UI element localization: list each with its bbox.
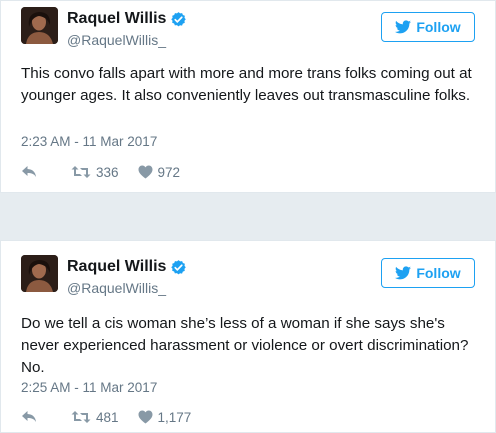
reply-button[interactable] bbox=[21, 165, 39, 179]
author-name[interactable]: Raquel Willis bbox=[67, 258, 166, 276]
retweet-count: 336 bbox=[96, 164, 119, 180]
author-name[interactable]: Raquel Willis bbox=[67, 10, 166, 28]
verified-badge-icon bbox=[171, 259, 187, 275]
tweet-actions: 336 972 bbox=[21, 164, 180, 180]
twitter-bird-icon bbox=[395, 266, 412, 280]
like-button[interactable]: 972 bbox=[138, 164, 181, 180]
avatar[interactable] bbox=[21, 7, 58, 44]
follow-label: Follow bbox=[416, 19, 461, 35]
follow-label: Follow bbox=[416, 265, 461, 281]
follow-button[interactable]: Follow bbox=[381, 12, 475, 42]
like-count: 972 bbox=[157, 164, 181, 180]
tweet-timestamp[interactable]: 2:23 AM - 11 Mar 2017 bbox=[21, 134, 157, 149]
retweet-icon bbox=[71, 166, 91, 178]
tweet-text: This convo falls apart with more and mor… bbox=[21, 65, 472, 104]
twitter-bird-icon bbox=[395, 20, 412, 34]
verified-badge-icon bbox=[171, 11, 187, 27]
retweet-button[interactable]: 481 bbox=[71, 410, 119, 425]
like-count: 1,177 bbox=[157, 409, 192, 425]
heart-icon bbox=[138, 165, 153, 179]
tweet-actions: 481 1,177 bbox=[21, 409, 191, 425]
tweet-card: Raquel Willis @RaquelWillis_ Follow Do w… bbox=[0, 240, 496, 433]
heart-icon bbox=[138, 410, 153, 424]
reply-button[interactable] bbox=[21, 410, 39, 424]
retweet-count: 481 bbox=[96, 409, 119, 425]
like-button[interactable]: 1,177 bbox=[138, 409, 192, 425]
author-handle[interactable]: @RaquelWillis_ bbox=[67, 280, 166, 296]
tweet-card: Raquel Willis @RaquelWillis_ Follow This… bbox=[0, 0, 496, 193]
tweet-timestamp[interactable]: 2:25 AM - 11 Mar 2017 bbox=[21, 380, 157, 395]
reply-icon bbox=[22, 166, 36, 177]
reply-icon bbox=[22, 411, 36, 422]
retweet-icon bbox=[71, 411, 91, 423]
avatar[interactable] bbox=[21, 255, 58, 292]
retweet-button[interactable]: 336 bbox=[71, 165, 119, 180]
author-handle[interactable]: @RaquelWillis_ bbox=[67, 32, 166, 48]
follow-button[interactable]: Follow bbox=[381, 258, 475, 288]
tweet-text: Do we tell a cis woman she’s less of a w… bbox=[21, 315, 469, 376]
